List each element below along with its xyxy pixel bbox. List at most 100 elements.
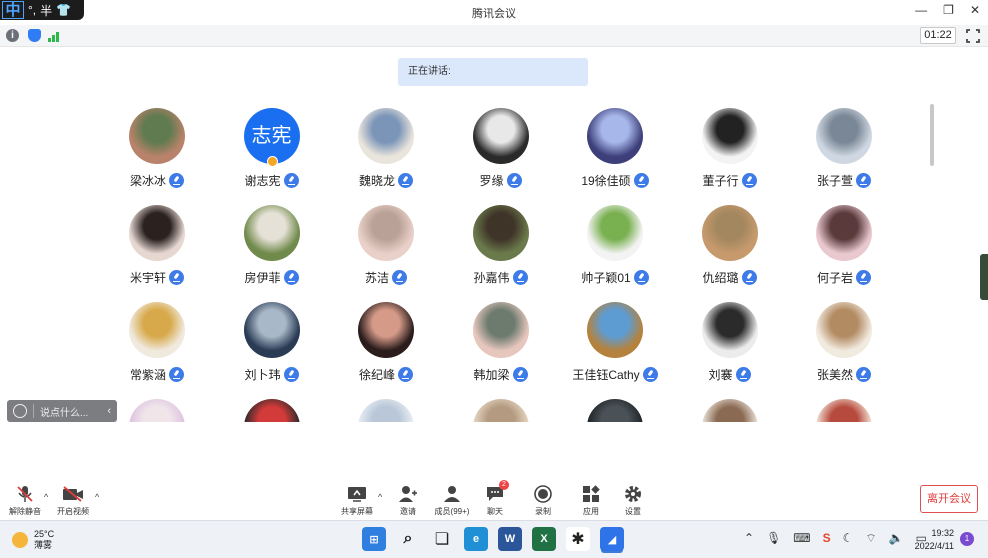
- participant-tile[interactable]: [558, 399, 672, 422]
- tray-mic-icon[interactable]: 🎙: [766, 531, 781, 546]
- muted-mic-icon: [392, 269, 407, 285]
- share-screen-label: 共享屏幕: [341, 507, 373, 516]
- emoji-icon[interactable]: [13, 404, 27, 418]
- participant-tile[interactable]: 梁冰冰: [100, 108, 214, 204]
- close-button[interactable]: ✕: [970, 3, 980, 17]
- participant-name: 刘褰: [708, 367, 733, 382]
- participant-name: 孙嘉伟: [473, 270, 510, 285]
- participant-tile[interactable]: 孙嘉伟: [444, 205, 558, 301]
- participant-tile[interactable]: 苏洁: [329, 205, 443, 301]
- taskbar-search-icon[interactable]: ⌕: [396, 527, 420, 551]
- share-screen-button[interactable]: 共享屏幕: [332, 484, 382, 517]
- settings-button[interactable]: 设置: [608, 484, 658, 517]
- participant-tile[interactable]: 王佳钰Cathy: [558, 302, 672, 398]
- participant-name: 19徐佳硕: [581, 173, 631, 188]
- participant-tile[interactable]: 张美然: [787, 302, 900, 398]
- participant-tile[interactable]: 仇绍璐: [673, 205, 787, 301]
- taskbar-windows-start-icon[interactable]: ⊞: [362, 527, 386, 551]
- muted-mic-icon: [283, 269, 299, 285]
- invite-button[interactable]: 邀请: [383, 484, 433, 517]
- participant-name-row: 罗缘: [444, 171, 558, 189]
- taskbar-tencent-meeting-icon[interactable]: ◢: [600, 527, 624, 551]
- chat-unread-badge: 2: [499, 480, 509, 490]
- participant-name-row: 何子岩: [787, 268, 900, 286]
- participant-tile[interactable]: 刘褰: [673, 302, 787, 398]
- avatar: [472, 302, 529, 358]
- collapse-icon[interactable]: ‹: [107, 405, 111, 417]
- participant-tile[interactable]: 志宪 谢志宪: [215, 108, 329, 204]
- leave-meeting-button[interactable]: 离开会议: [920, 485, 978, 513]
- tray-ime-icon[interactable]: ⌨: [793, 531, 810, 546]
- avatar: [243, 302, 300, 358]
- record-button[interactable]: 录制: [518, 484, 568, 517]
- taskbar-excel-icon[interactable]: X: [532, 527, 556, 551]
- notification-badge[interactable]: 1: [960, 532, 974, 546]
- muted-mic-icon: [633, 269, 649, 285]
- grid-scrollbar[interactable]: [930, 104, 934, 166]
- participant-tile[interactable]: 张子萱: [787, 108, 900, 204]
- taskbar-clock[interactable]: 19:32 2022/4/11: [906, 527, 954, 553]
- avatar: [358, 108, 414, 164]
- taskbar-word-icon[interactable]: W: [498, 527, 522, 551]
- tray-app-icon[interactable]: ☾: [843, 531, 854, 546]
- avatar: [816, 399, 872, 422]
- meeting-controls: 解除静音 ^ 开启视频 ^ 共享屏幕 ^ 邀请 成员(99+) 2 聊天 录制 …: [0, 480, 988, 520]
- taskbar-media-icon[interactable]: ✱: [566, 527, 590, 551]
- taskbar-edge-icon[interactable]: e: [464, 527, 488, 551]
- participant-tile[interactable]: [329, 399, 443, 422]
- avatar: [472, 205, 529, 261]
- avatar: [243, 205, 300, 261]
- weather-widget[interactable]: 25°C 薄雾: [12, 529, 54, 551]
- participant-name-row: 张美然: [787, 365, 900, 383]
- restore-button[interactable]: ❐: [943, 3, 954, 17]
- participant-name: 谢志宪: [244, 173, 281, 188]
- chat-button[interactable]: 2 聊天: [470, 480, 520, 517]
- participant-tile[interactable]: 魏晓龙: [329, 108, 443, 204]
- unmute-button[interactable]: 解除静音: [0, 484, 50, 517]
- participant-tile[interactable]: [787, 399, 900, 422]
- info-icon[interactable]: i: [6, 29, 19, 42]
- avatar: [129, 399, 185, 422]
- taskbar-task-view-icon[interactable]: ❏: [430, 527, 454, 551]
- wifi-icon[interactable]: ⌔: [865, 531, 876, 546]
- avatar: [587, 302, 643, 358]
- tray-sogou-icon[interactable]: S: [823, 531, 831, 546]
- volume-icon[interactable]: 🔈: [889, 531, 904, 546]
- start-video-button[interactable]: 开启视频: [48, 484, 98, 517]
- participant-tile[interactable]: 刘卜玮: [215, 302, 329, 398]
- fullscreen-icon[interactable]: [965, 28, 981, 44]
- members-icon: [444, 486, 460, 502]
- participant-tile[interactable]: 米宇轩: [100, 205, 214, 301]
- participant-tile[interactable]: [215, 399, 329, 422]
- side-panel-handle[interactable]: [980, 254, 988, 300]
- clock-date: 2022/4/11: [914, 541, 954, 551]
- share-options-chevron-icon[interactable]: ^: [378, 492, 382, 502]
- signal-icon[interactable]: [48, 29, 62, 42]
- participant-tile[interactable]: 何子岩: [787, 205, 900, 301]
- avatar: [472, 108, 529, 164]
- weather-condition: 薄雾: [34, 540, 53, 550]
- record-icon: [534, 485, 552, 503]
- participant-name-row: 仇绍璐: [673, 268, 787, 286]
- minimize-button[interactable]: —: [915, 3, 927, 17]
- participant-tile[interactable]: [444, 399, 558, 422]
- avatar: [587, 108, 643, 164]
- avatar: [816, 108, 872, 164]
- participant-tile[interactable]: 徐纪峰: [329, 302, 443, 398]
- tray-expand-chevron-icon[interactable]: ⌃: [744, 531, 754, 546]
- participant-tile[interactable]: 韩加梁: [444, 302, 558, 398]
- participant-tile[interactable]: 罗缘: [444, 108, 558, 204]
- taskbar-apps: ⊞ ⌕ ❏ e W X ✱ ◢: [362, 527, 624, 551]
- participant-tile[interactable]: 常紫涵: [100, 302, 214, 398]
- participant-tile[interactable]: 董子行: [673, 108, 787, 204]
- participant-tile[interactable]: 19徐佳硕: [558, 108, 672, 204]
- muted-mic-icon: [283, 366, 299, 382]
- muted-mic-icon: [169, 366, 184, 382]
- participant-tile[interactable]: 帅子颖01: [558, 205, 672, 301]
- chat-input-bubble[interactable]: 说点什么... ‹: [7, 400, 117, 422]
- participant-tile[interactable]: 房伊菲: [215, 205, 329, 301]
- participant-tile[interactable]: [673, 399, 787, 422]
- video-options-chevron-icon[interactable]: ^: [95, 492, 99, 502]
- shield-icon[interactable]: [28, 29, 41, 42]
- participant-tile[interactable]: [100, 399, 214, 422]
